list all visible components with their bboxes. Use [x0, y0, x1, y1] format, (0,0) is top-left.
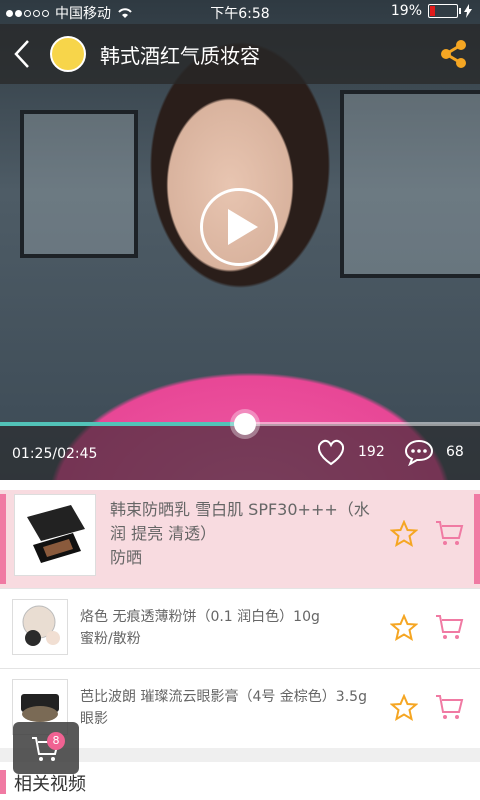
- compact-image: [27, 505, 85, 563]
- product-text: 烙色 无痕透薄粉饼（0.1 润白色）10g 蜜粉/散粉: [80, 606, 380, 650]
- cart-badge: 8: [47, 732, 65, 750]
- cart-icon[interactable]: [434, 612, 464, 642]
- comment-icon: [404, 439, 434, 466]
- like-count: 192: [358, 444, 385, 460]
- product-name: 韩束防晒乳 雪白肌 SPF30+++（水润 提亮 清透）: [110, 500, 370, 543]
- product-item[interactable]: 韩束防晒乳 雪白肌 SPF30+++（水润 提亮 清透） 防晒: [0, 490, 480, 589]
- comment-button[interactable]: 68: [404, 438, 464, 466]
- charging-icon: [464, 4, 472, 18]
- cart-icon[interactable]: [434, 518, 464, 548]
- star-icon[interactable]: [390, 694, 418, 722]
- progress-knob[interactable]: [233, 413, 256, 435]
- product-category: 眼影: [80, 711, 108, 727]
- product-name: 烙色 无痕透薄粉饼（0.1 润白色）10g: [80, 609, 320, 625]
- product-category: 蜜粉/散粉: [80, 631, 141, 647]
- chevron-left-icon: [14, 40, 29, 68]
- product-thumbnail: [12, 599, 68, 655]
- progress-played: [0, 422, 245, 426]
- background-window: [340, 90, 480, 278]
- page-title: 韩式酒红气质妆容: [100, 43, 260, 68]
- star-icon[interactable]: [390, 614, 418, 642]
- avatar[interactable]: [50, 36, 86, 72]
- time-label: 01:25/02:45: [12, 446, 98, 462]
- heart-icon: [317, 439, 345, 466]
- nav-bar: 韩式酒红气质妆容: [0, 24, 480, 84]
- cart-icon[interactable]: [434, 692, 464, 722]
- progress-bar[interactable]: [0, 413, 480, 435]
- product-name: 芭比波朗 璀璨流云眼影膏（4号 金棕色）3.5g: [80, 689, 367, 705]
- comment-count: 68: [446, 444, 464, 460]
- status-bar: 中国移动 下午6:58 19%: [0, 0, 480, 24]
- play-icon: [228, 209, 258, 245]
- product-text: 芭比波朗 璀璨流云眼影膏（4号 金棕色）3.5g 眼影: [80, 686, 380, 730]
- background-window: [20, 110, 138, 258]
- star-icon[interactable]: [390, 520, 418, 548]
- product-category: 防晒: [110, 548, 143, 567]
- product-item[interactable]: 烙色 无痕透薄粉饼（0.1 润白色）10g 蜜粉/散粉: [0, 590, 480, 669]
- floating-cart-button[interactable]: 8: [13, 722, 79, 774]
- battery-icon: [428, 4, 461, 18]
- product-text: 韩束防晒乳 雪白肌 SPF30+++（水润 提亮 清透） 防晒: [110, 498, 380, 570]
- section-marker: [0, 770, 6, 794]
- status-right: 19%: [391, 3, 472, 19]
- battery-percent: 19%: [390, 3, 422, 19]
- compact-image: [22, 605, 60, 646]
- share-icon[interactable]: [438, 38, 470, 70]
- product-thumbnail: [14, 494, 96, 576]
- play-button[interactable]: [200, 188, 278, 266]
- back-button[interactable]: [0, 24, 44, 84]
- like-button[interactable]: 192: [316, 438, 385, 466]
